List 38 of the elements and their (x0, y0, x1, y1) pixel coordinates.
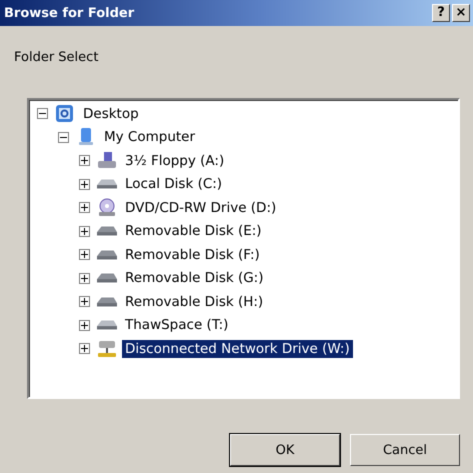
drive-icon (97, 273, 117, 284)
expand-icon[interactable] (79, 343, 90, 354)
tree-item[interactable]: Local Disk (C:) (122, 175, 226, 194)
expand-icon[interactable] (79, 178, 90, 190)
close-button[interactable]: × (452, 4, 470, 22)
help-button[interactable]: ? (432, 4, 450, 22)
tree-item[interactable]: Disconnected Network Drive (W:) (122, 340, 353, 358)
drive-icon (97, 179, 117, 190)
tree-item[interactable]: My Computer (101, 128, 198, 146)
tree-item[interactable]: Removable Disk (H:) (122, 292, 266, 311)
window-title: Browse for Folder (4, 6, 134, 20)
floppy-drive-icon (96, 150, 118, 171)
expand-icon[interactable] (79, 226, 90, 237)
tree-item[interactable]: Removable Disk (G:) (122, 269, 267, 288)
cd-drive-icon (96, 198, 118, 218)
tree-item[interactable]: Desktop (80, 104, 142, 123)
desktop-icon (54, 104, 76, 124)
expand-icon[interactable] (79, 202, 90, 214)
expand-icon[interactable] (79, 320, 90, 331)
cancel-button[interactable]: Cancel (350, 434, 460, 466)
expand-icon[interactable] (79, 296, 90, 308)
drive-icon (97, 320, 117, 330)
ok-button[interactable]: OK (230, 434, 340, 466)
network-drive-icon (96, 338, 118, 359)
expand-icon[interactable] (79, 249, 90, 260)
tree-item[interactable]: Removable Disk (F:) (122, 246, 263, 264)
drive-icon (97, 250, 117, 260)
tree-item[interactable]: ThawSpace (T:) (122, 316, 232, 334)
tree-item[interactable]: DVD/CD-RW Drive (D:) (122, 198, 280, 217)
expand-icon[interactable] (79, 272, 90, 284)
prompt-text: Folder Select (14, 50, 100, 65)
collapse-icon[interactable] (37, 108, 48, 120)
expand-icon[interactable] (79, 155, 90, 166)
drive-icon (97, 296, 117, 307)
tree-item[interactable]: Removable Disk (E:) (122, 222, 265, 240)
drive-icon (97, 226, 117, 236)
collapse-icon[interactable] (58, 132, 69, 143)
tree-item[interactable]: 3½ Floppy (A:) (122, 152, 228, 170)
